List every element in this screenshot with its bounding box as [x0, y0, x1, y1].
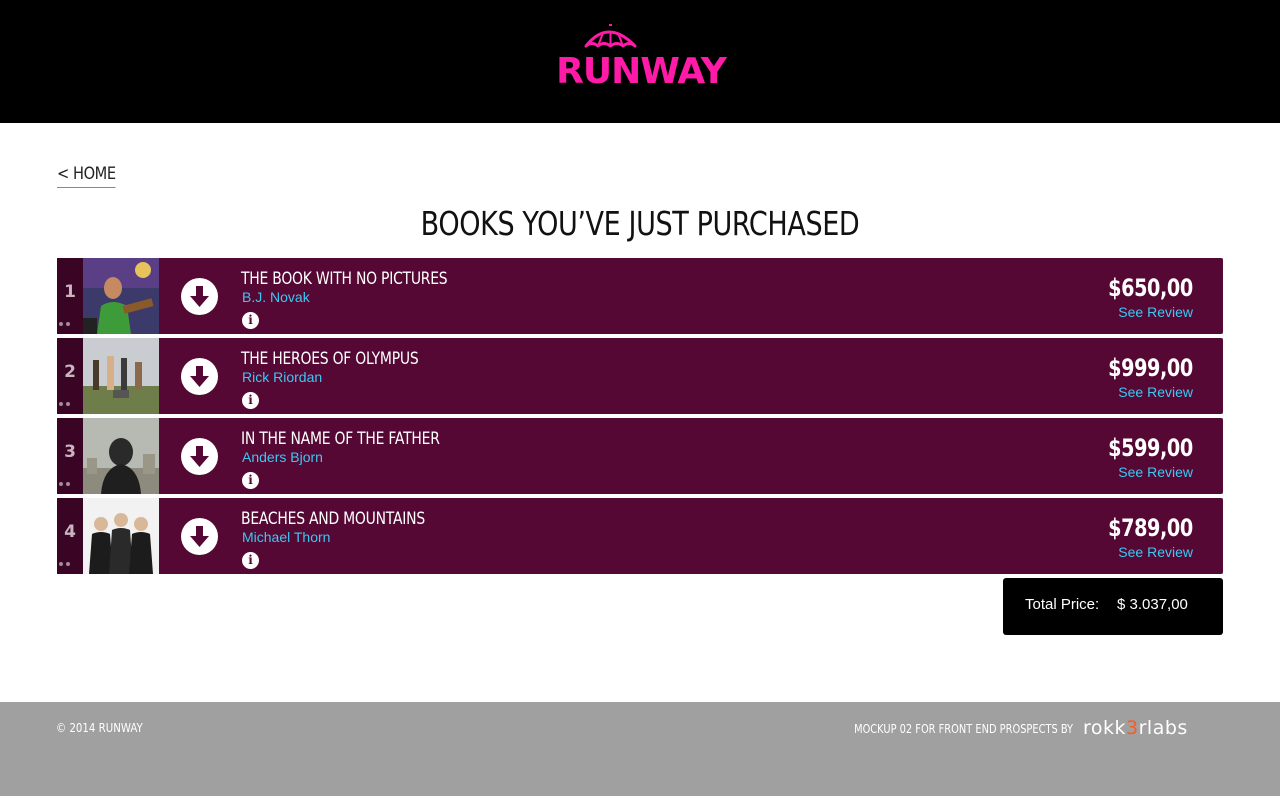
drag-handle-icon[interactable]	[59, 400, 73, 408]
book-row: 1 THE BOOK WITH NO PICTURES B.J. Novak i…	[57, 258, 1223, 334]
book-row: 4 BEACHES AND MOUNTAINS Michael Thorn i …	[57, 498, 1223, 574]
rank-column: 3	[57, 418, 83, 494]
book-thumbnail	[83, 498, 159, 574]
drag-handle-icon[interactable]	[59, 320, 73, 328]
book-thumbnail	[83, 258, 159, 334]
book-thumbnail	[83, 338, 159, 414]
drag-handle-icon[interactable]	[59, 560, 73, 568]
total-price-label: Total Price:	[1025, 596, 1100, 613]
book-title: THE HEROES OF OLYMPUS	[241, 349, 419, 369]
download-arrow-icon	[190, 446, 209, 467]
rank-column: 1	[57, 258, 83, 334]
info-icon[interactable]: i	[242, 312, 259, 329]
see-review-link[interactable]: See Review	[1118, 304, 1193, 321]
total-price-value: $ 3.037,00	[1117, 596, 1188, 613]
download-button[interactable]	[181, 358, 218, 395]
download-arrow-icon	[190, 366, 209, 387]
rokkerlabs-logo[interactable]: rokk3rlabs	[1083, 718, 1188, 738]
download-button[interactable]	[181, 438, 218, 475]
home-link[interactable]: < HOME	[57, 163, 116, 188]
book-author-link[interactable]: Michael Thorn	[242, 529, 330, 546]
brand-accent: 3	[1126, 717, 1139, 739]
see-review-link[interactable]: See Review	[1118, 544, 1193, 561]
see-review-link[interactable]: See Review	[1118, 384, 1193, 401]
drag-handle-icon[interactable]	[59, 480, 73, 488]
total-price-box: Total Price: $ 3.037,00	[1003, 578, 1223, 635]
book-row: 2 THE HEROES OF OLYMPUS Rick Riordan i $…	[57, 338, 1223, 414]
info-icon[interactable]: i	[242, 552, 259, 569]
page-title: BOOKS YOU’VE JUST PURCHASED	[420, 204, 860, 243]
runway-logo[interactable]: RUNWAY	[555, 24, 727, 92]
rank-number: 3	[64, 442, 76, 462]
site-footer: © 2014 RUNWAY MOCKUP 02 FOR FRONT END PR…	[0, 702, 1280, 796]
download-arrow-icon	[190, 526, 209, 547]
rank-number: 2	[64, 362, 76, 382]
book-author-link[interactable]: B.J. Novak	[242, 289, 310, 306]
download-arrow-icon	[190, 286, 209, 307]
rank-column: 4	[57, 498, 83, 574]
credit-text: MOCKUP 02 FOR FRONT END PROSPECTS BY	[853, 722, 1073, 736]
book-title: THE BOOK WITH NO PICTURES	[241, 269, 448, 289]
brand-part: rlabs	[1138, 717, 1188, 739]
book-price: $599,00	[1108, 434, 1193, 462]
book-thumbnail	[83, 418, 159, 494]
book-author-link[interactable]: Anders Bjorn	[242, 449, 323, 466]
book-price: $650,00	[1108, 274, 1193, 302]
see-review-link[interactable]: See Review	[1118, 464, 1193, 481]
book-author-link[interactable]: Rick Riordan	[242, 369, 322, 386]
book-title: IN THE NAME OF THE FATHER	[241, 429, 440, 449]
rank-column: 2	[57, 338, 83, 414]
download-button[interactable]	[181, 278, 218, 315]
rank-number: 4	[64, 522, 76, 542]
book-row: 3 IN THE NAME OF THE FATHER Anders Bjorn…	[57, 418, 1223, 494]
site-header: RUNWAY	[0, 0, 1280, 123]
info-icon[interactable]: i	[242, 472, 259, 489]
logo-wordmark: RUNWAY	[556, 51, 727, 92]
info-icon[interactable]: i	[242, 392, 259, 409]
brand-part: rokk	[1083, 717, 1127, 739]
copyright-text: © 2014 RUNWAY	[56, 721, 143, 735]
book-price: $999,00	[1108, 354, 1193, 382]
book-price: $789,00	[1108, 514, 1193, 542]
download-button[interactable]	[181, 518, 218, 555]
book-title: BEACHES AND MOUNTAINS	[241, 509, 425, 529]
rank-number: 1	[64, 282, 76, 302]
